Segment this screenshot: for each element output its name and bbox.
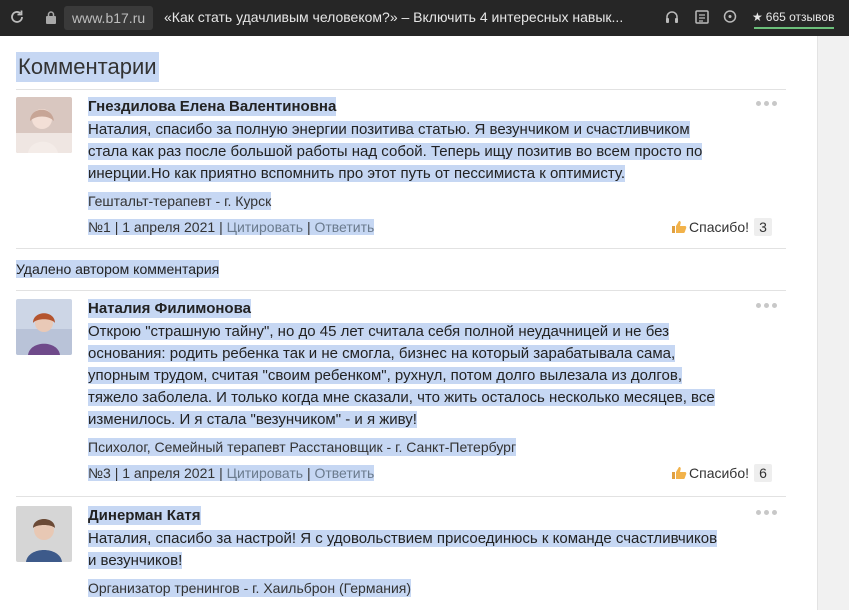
address-bar-url[interactable]: www.b17.ru [64,6,154,30]
comment-actions: №1 | 1 апреля 2021 | Цитировать | Ответи… [88,218,375,236]
scrollbar[interactable] [817,36,849,610]
more-options-icon[interactable] [756,101,780,109]
page-title-bar: «Как стать удачливым человеком?» – Включ… [164,9,624,25]
comment-text-line: Наталия, спасибо за настрой! Я с удоволь… [88,530,718,547]
lock-icon[interactable] [46,11,56,24]
comment-item: Наталия Филимонова Открою "страшную тайн… [16,299,786,489]
comment-number: №1 [88,219,111,235]
divider [16,89,786,90]
chat-icon[interactable] [722,9,738,25]
comment-author[interactable]: Динерман Катя [88,506,201,525]
thumbs-up-icon [671,466,687,480]
thanks-count: 3 [754,218,772,236]
comment-text-line: тяжело заболела. И только когда мне сказ… [88,389,715,406]
comment-text-line: упорным трудом, считая "своим ребенком",… [88,367,683,384]
browser-toolbar: www.b17.ru «Как стать удачливым человеко… [0,0,849,36]
comment-text-line: и везунчиков! [88,552,183,569]
headphones-icon[interactable] [664,9,680,25]
comment-text: Открою "страшную тайну", но до 45 лет сч… [88,321,778,431]
comment-date: 1 апреля 2021 [122,219,216,235]
comment-text-line: Наталия, спасибо за полную энергии позит… [88,121,690,138]
avatar[interactable] [16,97,72,153]
reply-link[interactable]: Ответить [314,219,375,235]
thanks-button[interactable]: Спасибо! 3 [671,218,772,236]
divider [16,248,786,249]
comment-text-line: изменилось. И я стала "везунчиком" - и я… [88,411,417,428]
comment-actions: №3 | 1 апреля 2021 | Цитировать | Ответи… [88,464,375,482]
reviews-badge[interactable]: ★ 665 отзывов [752,8,835,29]
section-title: Комментарии [16,52,159,82]
divider [16,496,786,497]
comment-text-line: Открою "страшную тайну", но до 45 лет сч… [88,323,670,340]
reload-icon[interactable] [8,8,26,26]
quote-link[interactable]: Цитировать [226,465,304,481]
comment-text-line: инерции.Но как приятно вспомнить про это… [88,165,626,182]
comment-item: Динерман Катя Наталия, спасибо за настро… [16,506,786,610]
page-content: Комментарии Гнездилова Елена Валентиновн… [0,36,849,610]
avatar[interactable] [16,506,72,562]
reader-mode-icon[interactable] [694,9,710,25]
thumbs-up-icon [671,220,687,234]
thanks-label: Спасибо! [689,465,749,481]
comment-author[interactable]: Гнездилова Елена Валентиновна [88,97,337,116]
comment-text-line: основания: родить ребенка так и не смогл… [88,345,676,362]
reply-link[interactable]: Ответить [314,465,375,481]
reviews-count: 665 отзывов [765,10,835,24]
thanks-label: Спасибо! [689,219,749,235]
author-profession: Организатор тренингов - г. Хаильброн (Ге… [88,579,412,597]
deleted-comment-notice: Удалено автором комментария [16,260,220,278]
comment-text-line: стала как раз после большой работы над с… [88,143,703,160]
author-profession: Психолог, Семейный терапевт Расстановщик… [88,438,517,456]
more-options-icon[interactable] [756,303,780,311]
comment-text: Наталия, спасибо за полную энергии позит… [88,119,778,185]
quote-link[interactable]: Цитировать [226,219,304,235]
reviews-underline [754,27,835,29]
comment-date: 1 апреля 2021 [122,465,216,481]
comment-author[interactable]: Наталия Филимонова [88,299,251,318]
more-options-icon[interactable] [756,510,780,518]
author-profession: Гештальт-терапевт - г. Курск [88,192,272,210]
comment-item: Гнездилова Елена Валентиновна Наталия, с… [16,97,786,247]
thanks-count: 6 [754,464,772,482]
star-icon: ★ [752,10,763,24]
thanks-button[interactable]: Спасибо! 6 [671,464,772,482]
avatar[interactable] [16,299,72,355]
comment-text: Наталия, спасибо за настрой! Я с удоволь… [88,528,778,572]
comment-number: №3 [88,465,111,481]
divider [16,290,786,291]
